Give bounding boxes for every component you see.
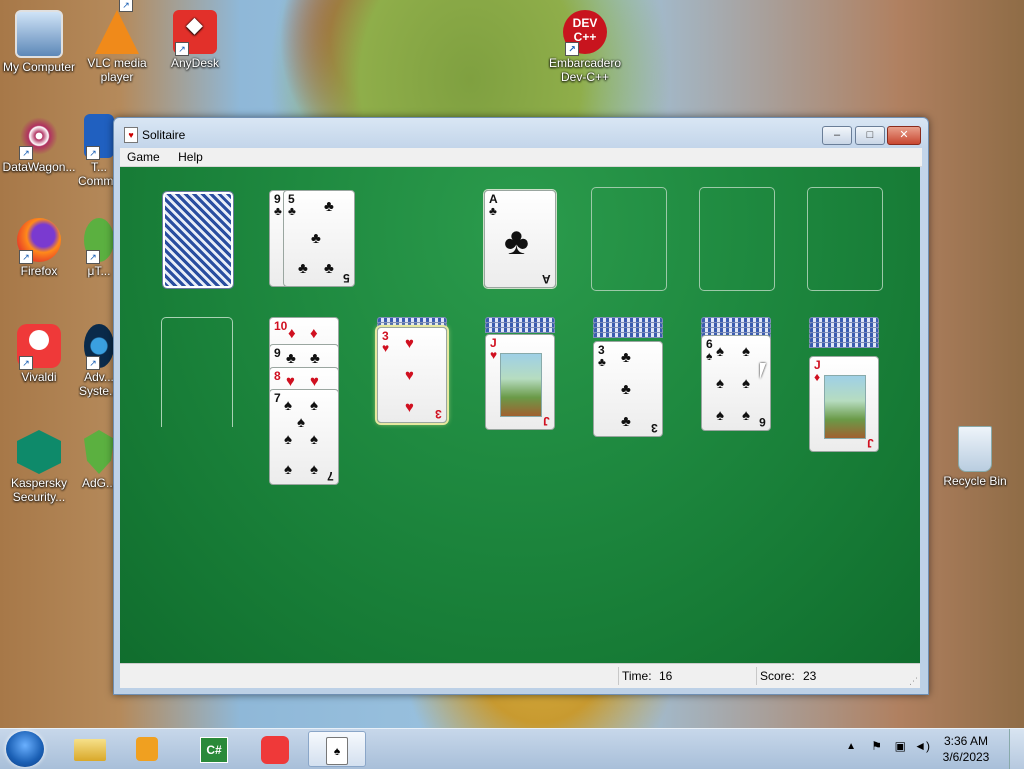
csharp-icon[interactable]: C#	[188, 731, 240, 767]
jack-artwork	[824, 375, 866, 439]
firefox-icon[interactable]: ↗ Firefox	[0, 212, 78, 278]
vivaldi-taskbar-icon[interactable]	[249, 731, 301, 767]
title-bar[interactable]: ♥ Solitaire – □ ✕	[114, 118, 928, 148]
window-title: Solitaire	[142, 128, 186, 142]
menu-help[interactable]: Help	[171, 148, 210, 164]
jack-artwork	[500, 353, 542, 417]
solitaire-window: ♥ Solitaire – □ ✕ Game Help 9 ♣ 5 ♣ ♣ ♣ …	[113, 117, 929, 695]
foundation-4-empty[interactable]	[807, 187, 883, 291]
kaspersky-icon[interactable]: Kaspersky Security...	[0, 424, 78, 504]
devcpp-icon[interactable]: DEV C++ ↗ Embarcadero Dev-C++	[546, 4, 624, 84]
media-player-icon[interactable]	[122, 731, 174, 767]
utorrent-logo-icon: ↗	[84, 218, 114, 264]
firefox-logo-icon: ↗	[17, 218, 61, 264]
anydesk-logo-icon: ◆ ↗	[173, 10, 217, 56]
recycle-bin-icon[interactable]: Recycle Bin	[936, 420, 1014, 488]
time-label: Time:	[622, 669, 652, 683]
tableau-card-jack-diamonds[interactable]: J ♦ J	[809, 356, 879, 452]
clock-date: 3/6/2023	[942, 750, 990, 764]
maximize-button[interactable]: □	[855, 126, 885, 145]
explorer-icon[interactable]	[64, 731, 116, 767]
mouse-cursor-icon	[760, 363, 766, 379]
action-center-flag-icon[interactable]: ⚑	[871, 739, 882, 753]
clock[interactable]: 3:36 AM 3/6/2023	[936, 733, 996, 765]
clock-time: 3:36 AM	[943, 734, 989, 748]
volume-icon[interactable]: ◄)	[914, 739, 930, 753]
resize-grip-icon[interactable]: ⋰	[909, 676, 918, 687]
tableau-card-3-hearts-selected[interactable]: 3 ♥ ♥ ♥ ♥ 3	[377, 327, 447, 423]
start-button[interactable]	[6, 731, 44, 767]
minimize-button[interactable]: –	[822, 126, 852, 145]
tableau-1-empty[interactable]	[161, 317, 233, 427]
datawagon-logo-icon: ↗	[17, 114, 61, 160]
adguard-logo-icon	[84, 430, 114, 474]
face-down-card	[593, 332, 663, 338]
face-down-card	[485, 327, 555, 333]
trash-icon	[958, 426, 992, 472]
status-bar: Time: 16 Score: 23 ⋰	[120, 663, 920, 688]
score-label: Score:	[760, 669, 795, 683]
floppy-icon: ↗	[84, 114, 114, 160]
traffic-cone-icon: ↗	[95, 0, 139, 54]
tableau-card-6-spades[interactable]: 6 ♠ ♠ ♠ ♠ ♠ ♠ ♠ 6	[701, 335, 771, 431]
stock-pile[interactable]	[162, 191, 234, 289]
vlc-icon[interactable]: ↗ VLC media player	[78, 0, 156, 84]
my-computer-icon[interactable]: My Computer	[0, 4, 78, 74]
game-board: 9 ♣ 5 ♣ ♣ ♣ ♣ ♣ 5 A ♣ ♣ A 10 ♦ ♦ 9 ♣ ♣ 8…	[120, 167, 920, 663]
face-down-card	[809, 342, 879, 348]
vivaldi-icon[interactable]: ↗ Vivaldi	[0, 318, 78, 384]
monitor-icon	[15, 10, 63, 58]
systemcare-logo-icon: ↗	[84, 324, 114, 370]
taskbar: C# ♠ ▲ ⚑ ▣ ◄) 3:36 AM 3/6/2023	[0, 728, 1024, 769]
menu-bar: Game Help	[120, 148, 922, 167]
solitaire-taskbar-icon[interactable]: ♠	[308, 731, 366, 767]
tableau-card-jack-hearts[interactable]: J ♥ J	[485, 334, 555, 430]
foundation-1-ace-clubs[interactable]: A ♣ ♣ A	[484, 190, 556, 288]
anydesk-icon[interactable]: ◆ ↗ AnyDesk	[156, 4, 234, 70]
foundation-2-empty[interactable]	[591, 187, 667, 291]
foundation-3-empty[interactable]	[699, 187, 775, 291]
time-value: 16	[659, 669, 673, 683]
waste-card-5-clubs[interactable]: 5 ♣ ♣ ♣ ♣ ♣ 5	[283, 190, 355, 287]
datawagon-icon[interactable]: ↗ DataWagon...	[0, 108, 78, 174]
kaspersky-logo-icon	[17, 430, 61, 474]
vivaldi-logo-icon: ↗	[17, 324, 61, 370]
score-value: 23	[803, 669, 817, 683]
devcpp-logo-icon: DEV C++ ↗	[563, 10, 607, 56]
close-button[interactable]: ✕	[887, 126, 921, 145]
tableau-card-7-spades[interactable]: 7 ♠ ♠ ♠ ♠ ♠ ♠ ♠ 7	[269, 389, 339, 485]
show-desktop-button[interactable]	[1009, 729, 1024, 769]
solitaire-app-icon: ♥	[124, 127, 138, 143]
menu-game[interactable]: Game	[120, 148, 167, 164]
tableau-card-3-clubs[interactable]: 3 ♣ ♣ ♣ ♣ 3	[593, 341, 663, 437]
show-hidden-icons-icon[interactable]: ▲	[846, 741, 856, 752]
network-icon[interactable]: ▣	[895, 739, 906, 753]
